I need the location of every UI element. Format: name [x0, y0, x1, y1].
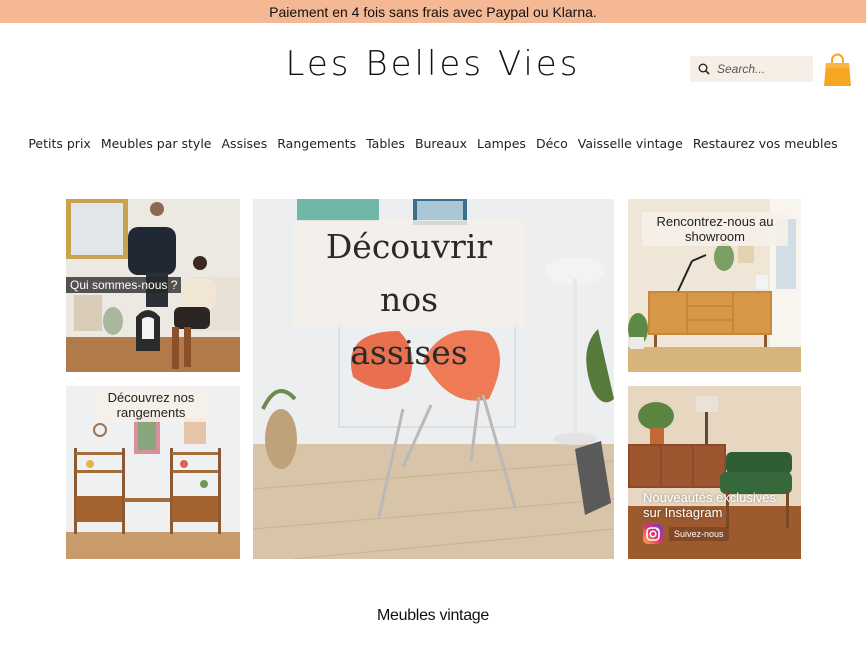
storage-label: Découvrez nos rangements	[94, 388, 208, 422]
instagram-tile[interactable]: Nouveautés exclusives sur Instagram Suiv…	[628, 386, 801, 559]
shopping-bag-icon[interactable]	[824, 52, 851, 86]
promo-banner: Paiement en 4 fois sans frais avec Paypa…	[0, 0, 866, 23]
nav-item-restaurez-vos-meubles[interactable]: Restaurez vos meubles	[693, 136, 838, 151]
promo-text: Paiement en 4 fois sans frais avec Paypa…	[269, 3, 597, 20]
about-us-tile[interactable]: Qui sommes-nous ?	[66, 199, 240, 372]
nav-item-meubles-par-style[interactable]: Meubles par style	[101, 136, 212, 151]
nav-item-tables[interactable]: Tables	[366, 136, 405, 151]
seating-label: Découvrir nos assises	[293, 220, 525, 372]
main-nav: Petits prix Meubles par style Assises Ra…	[0, 136, 866, 151]
nav-item-rangements[interactable]: Rangements	[277, 136, 356, 151]
storage-label-line1: Découvrez nos	[107, 390, 195, 405]
storage-tile[interactable]: Découvrez nos rangements	[66, 386, 240, 559]
search-icon[interactable]	[698, 63, 710, 75]
instagram-label-line2: sur Instagram	[643, 505, 723, 520]
instagram-label: Nouveautés exclusives sur Instagram	[643, 490, 776, 520]
storage-label-line2: rangements	[116, 405, 186, 420]
seating-tile[interactable]: Découvrir nos assises	[253, 199, 614, 559]
nav-item-vaisselle-vintage[interactable]: Vaisselle vintage	[578, 136, 683, 151]
instagram-icon[interactable]	[643, 524, 663, 544]
search-input[interactable]	[717, 62, 807, 76]
seating-label-line2: assises	[350, 333, 468, 372]
showroom-label-line2: showroom	[685, 229, 745, 244]
nav-item-deco[interactable]: Déco	[536, 136, 568, 151]
nav-item-lampes[interactable]: Lampes	[477, 136, 526, 151]
nav-item-petits-prix[interactable]: Petits prix	[28, 136, 91, 151]
instagram-label-line1: Nouveautés exclusives	[643, 490, 776, 505]
showroom-label: Rencontrez-nous au showroom	[642, 212, 788, 246]
about-us-label: Qui sommes-nous ?	[66, 277, 182, 293]
seating-label-line1: Découvrir nos	[325, 227, 493, 319]
search-box[interactable]	[690, 56, 813, 82]
showroom-tile[interactable]: Rencontrez-nous au showroom	[628, 199, 801, 372]
nav-item-assises[interactable]: Assises	[222, 136, 268, 151]
showroom-label-line1: Rencontrez-nous au	[656, 214, 774, 229]
section-title: Meubles vintage	[376, 607, 490, 624]
follow-button[interactable]: Suivez-nous	[669, 527, 729, 541]
nav-item-bureaux[interactable]: Bureaux	[415, 136, 467, 151]
